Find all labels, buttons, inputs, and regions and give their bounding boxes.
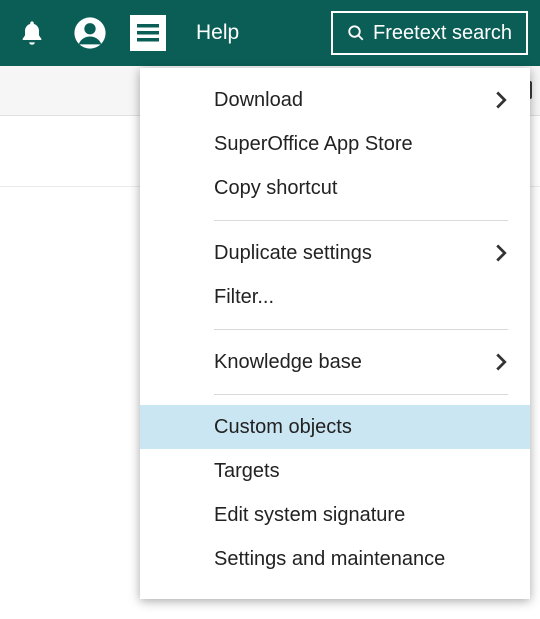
menu-item-copy-shortcut[interactable]: Copy shortcut <box>140 166 530 210</box>
menu-item-edit-signature[interactable]: Edit system signature <box>140 493 530 537</box>
hamburger-icon <box>130 15 166 51</box>
menu-item-label: Knowledge base <box>214 351 362 374</box>
menu-item-settings-maintenance[interactable]: Settings and maintenance <box>140 537 530 581</box>
menu-separator <box>214 394 508 395</box>
menu-item-label: Edit system signature <box>214 504 405 527</box>
chevron-right-icon <box>494 243 508 263</box>
menu-item-label: Filter... <box>214 286 274 309</box>
hamburger-menu-button[interactable] <box>128 13 168 53</box>
chevron-right-icon <box>494 90 508 110</box>
menu-item-app-store[interactable]: SuperOffice App Store <box>140 122 530 166</box>
menu-item-targets[interactable]: Targets <box>140 449 530 493</box>
freetext-search[interactable]: Freetext search <box>331 11 528 55</box>
menu-item-label: Settings and maintenance <box>214 548 445 571</box>
menu-item-label: Custom objects <box>214 416 352 439</box>
menu-item-download[interactable]: Download <box>140 78 530 122</box>
search-label: Freetext search <box>373 22 512 45</box>
main-menu-dropdown: Download SuperOffice App Store Copy shor… <box>140 68 530 599</box>
menu-separator <box>214 329 508 330</box>
menu-item-label: Download <box>214 89 303 112</box>
menu-item-label: Targets <box>214 460 280 483</box>
menu-item-label: Duplicate settings <box>214 242 372 265</box>
menu-item-duplicate-settings[interactable]: Duplicate settings <box>140 231 530 275</box>
user-icon[interactable] <box>70 13 110 53</box>
search-icon <box>347 24 365 42</box>
menu-item-label: Copy shortcut <box>214 177 337 200</box>
help-link[interactable]: Help <box>196 21 239 45</box>
menu-item-filter[interactable]: Filter... <box>140 275 530 319</box>
topbar: Help Freetext search <box>0 0 540 66</box>
menu-item-label: SuperOffice App Store <box>214 133 413 156</box>
chevron-right-icon <box>494 352 508 372</box>
notifications-icon[interactable] <box>12 13 52 53</box>
menu-item-knowledge-base[interactable]: Knowledge base <box>140 340 530 384</box>
menu-separator <box>214 220 508 221</box>
menu-item-custom-objects[interactable]: Custom objects <box>140 405 530 449</box>
